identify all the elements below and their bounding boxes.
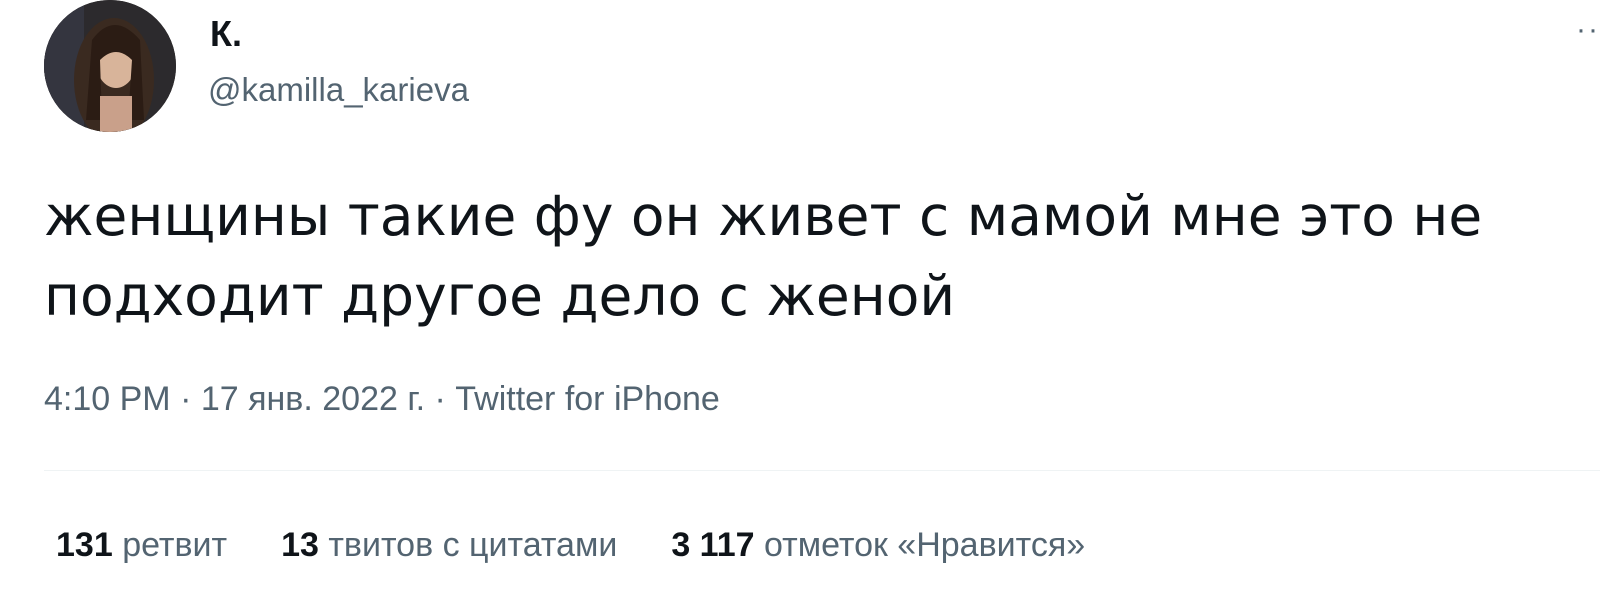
author-handle[interactable]: @kamilla_karieva xyxy=(208,70,469,110)
retweets-stat[interactable]: 131 ретвит xyxy=(56,524,227,566)
quotes-stat[interactable]: 13 твитов с цитатами xyxy=(281,524,617,566)
quotes-count: 13 xyxy=(281,526,319,564)
retweets-count: 131 xyxy=(56,526,113,564)
likes-stat[interactable]: 3 117 отметок «Нравится» xyxy=(671,524,1085,566)
more-dots-icon[interactable]: ·· xyxy=(1576,20,1600,44)
retweets-label: ретвит xyxy=(122,526,228,564)
quotes-label: твитов с цитатами xyxy=(328,526,618,564)
divider xyxy=(44,470,1600,471)
tweet-stats: 131 ретвит 13 твитов с цитатами 3 117 от… xyxy=(56,524,1139,566)
tweet-text: женщины такие фу он живет с мамой мне эт… xyxy=(44,184,1483,328)
tweet-date[interactable]: 17 янв. 2022 г. xyxy=(201,380,425,418)
avatar[interactable] xyxy=(44,0,176,132)
avatar-photo xyxy=(44,0,176,132)
tweet-time[interactable]: 4:10 PM xyxy=(44,380,171,418)
tweet-source[interactable]: Twitter for iPhone xyxy=(455,380,720,418)
likes-label: отметок «Нравится» xyxy=(764,526,1086,564)
meta-separator: · xyxy=(170,380,201,418)
tweet-card: К. @kamilla_karieva ·· женщины такие фу … xyxy=(0,0,1600,612)
likes-count: 3 117 xyxy=(671,526,755,564)
author-name[interactable]: К. xyxy=(210,12,242,56)
tweet-meta: 4:10 PM · 17 янв. 2022 г. · Twitter for … xyxy=(44,378,720,420)
meta-separator: · xyxy=(425,380,456,418)
